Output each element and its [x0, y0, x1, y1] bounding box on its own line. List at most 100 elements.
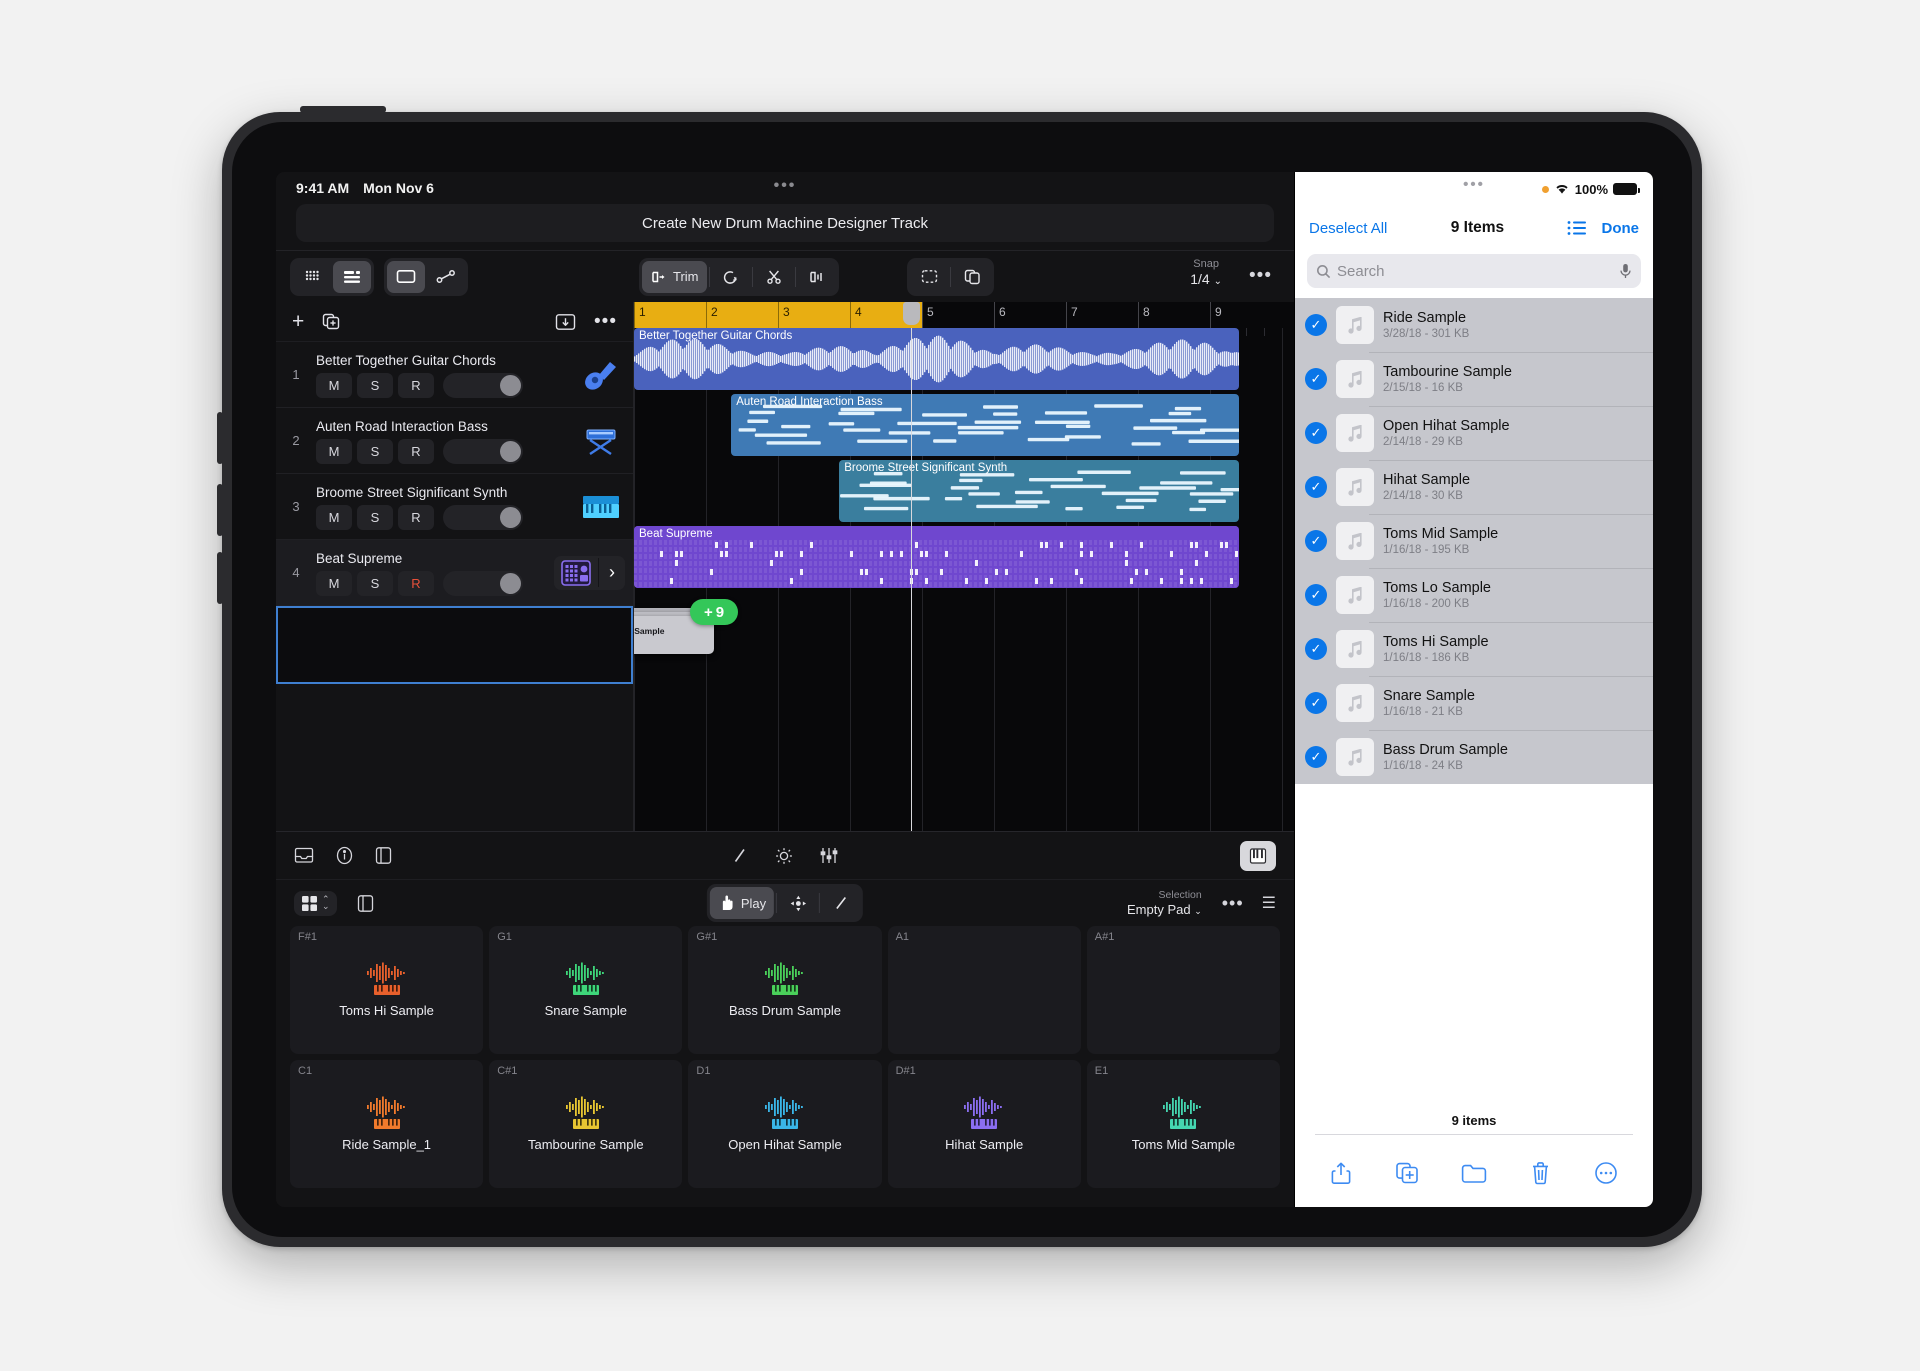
- pad[interactable]: G#1 Bass Drum Sample: [688, 926, 881, 1054]
- pan-slider[interactable]: [443, 439, 523, 464]
- record-button[interactable]: R: [398, 571, 434, 596]
- pan-slider[interactable]: [443, 505, 523, 530]
- pad[interactable]: C1 Ride Sample_1: [290, 1060, 483, 1188]
- file-checkbox[interactable]: ✓: [1305, 314, 1327, 336]
- pan-slider[interactable]: [443, 373, 523, 398]
- fade-icon[interactable]: [798, 261, 836, 293]
- track-name[interactable]: Beat Supreme: [316, 551, 554, 566]
- track-row[interactable]: 3 Broome Street Significant Synth M S R: [276, 474, 633, 540]
- file-list-item[interactable]: ✓ Tambourine Sample 2/15/18 - 16 KB: [1295, 352, 1653, 406]
- multitask-dots-icon[interactable]: •••: [774, 177, 797, 195]
- pencil-icon[interactable]: [822, 887, 860, 919]
- synth-keyboard-icon[interactable]: [577, 492, 625, 522]
- guitar-icon[interactable]: [577, 354, 625, 396]
- sidebar-icon[interactable]: [375, 846, 392, 865]
- pad[interactable]: F#1 Toms Hi Sample: [290, 926, 483, 1054]
- track-name[interactable]: Better Together Guitar Chords: [316, 353, 577, 368]
- file-list-item[interactable]: ✓ Snare Sample 1/16/18 - 21 KB: [1295, 676, 1653, 730]
- duplicate-icon[interactable]: [1395, 1161, 1419, 1185]
- file-checkbox[interactable]: ✓: [1305, 368, 1327, 390]
- info-icon[interactable]: [336, 846, 353, 865]
- import-tracks-button[interactable]: [555, 313, 576, 331]
- panel-icon[interactable]: [357, 894, 374, 913]
- play-tool-button[interactable]: Play: [710, 887, 774, 919]
- empty-track-drop-zone[interactable]: [276, 606, 633, 684]
- mute-button[interactable]: M: [316, 505, 352, 530]
- track-list-more-button[interactable]: •••: [594, 316, 617, 327]
- file-checkbox[interactable]: ✓: [1305, 584, 1327, 606]
- grid-stepper-icon[interactable]: ⌃⌄: [322, 896, 330, 910]
- file-checkbox[interactable]: ✓: [1305, 476, 1327, 498]
- microphone-icon[interactable]: [1619, 263, 1632, 279]
- track-name[interactable]: Auten Road Interaction Bass: [316, 419, 577, 434]
- pad[interactable]: E1 Toms Mid Sample: [1087, 1060, 1280, 1188]
- scissors-icon[interactable]: [755, 261, 793, 293]
- grid-view-icon[interactable]: [293, 261, 331, 293]
- multitask-dots-icon[interactable]: •••: [1463, 176, 1485, 193]
- pad-empty[interactable]: A1: [888, 926, 1081, 1054]
- brightness-icon[interactable]: [775, 846, 794, 865]
- trim-icon[interactable]: Trim: [642, 261, 707, 293]
- chevron-right-icon[interactable]: ›: [598, 558, 625, 587]
- file-list-item[interactable]: ✓ Toms Lo Sample 1/16/18 - 200 KB: [1295, 568, 1653, 622]
- track-row[interactable]: 2 Auten Road Interaction Bass M S R: [276, 408, 633, 474]
- drum-machine-icon[interactable]: [554, 556, 598, 590]
- pad[interactable]: C#1 Tambourine Sample: [489, 1060, 682, 1188]
- bass-keyboard-icon[interactable]: [577, 420, 625, 462]
- pad-grid-icon[interactable]: ⌃⌄: [294, 891, 337, 916]
- files-list[interactable]: ✓ Ride Sample 3/28/18 - 301 KB ✓ Tambour…: [1295, 298, 1653, 784]
- drum-machine-designer-control[interactable]: ›: [554, 556, 625, 590]
- solo-button[interactable]: S: [357, 571, 393, 596]
- marquee-icon[interactable]: [910, 261, 948, 293]
- pan-slider[interactable]: [443, 571, 523, 596]
- file-list-item[interactable]: ✓ Toms Mid Sample 1/16/18 - 195 KB: [1295, 514, 1653, 568]
- solo-button[interactable]: S: [357, 373, 393, 398]
- ruler[interactable]: 123456789: [634, 302, 1294, 328]
- mute-button[interactable]: M: [316, 571, 352, 596]
- search-field[interactable]: Search: [1307, 254, 1641, 288]
- record-button[interactable]: R: [398, 373, 434, 398]
- region-view-icon[interactable]: [387, 261, 425, 293]
- timeline-region[interactable]: Better Together Guitar Chords: [634, 328, 1239, 390]
- track-row[interactable]: 4 Beat Supreme M S R: [276, 540, 633, 606]
- region-lanes[interactable]: Better Together Guitar ChordsAuten Road …: [634, 328, 1294, 831]
- folder-icon[interactable]: [1461, 1162, 1487, 1184]
- more-circle-icon[interactable]: [1594, 1161, 1618, 1185]
- playhead[interactable]: [911, 328, 912, 831]
- browser-icon[interactable]: [294, 847, 314, 864]
- snap-control[interactable]: Snap 1/4 ⌄: [1190, 258, 1222, 287]
- toolbar-more-button[interactable]: •••: [1249, 265, 1272, 287]
- mute-button[interactable]: M: [316, 373, 352, 398]
- timeline-region[interactable]: Auten Road Interaction Bass: [731, 394, 1239, 456]
- file-list-item[interactable]: ✓ Toms Hi Sample 1/16/18 - 186 KB: [1295, 622, 1653, 676]
- file-list-item[interactable]: ✓ Bass Drum Sample 1/16/18 - 24 KB: [1295, 730, 1653, 784]
- duplicate-track-button[interactable]: [322, 313, 341, 331]
- share-icon[interactable]: [1330, 1161, 1352, 1185]
- mute-button[interactable]: M: [316, 439, 352, 464]
- piano-keyboard-icon[interactable]: [1240, 841, 1276, 871]
- project-title[interactable]: Create New Drum Machine Designer Track: [296, 204, 1274, 242]
- pad[interactable]: D1 Open Hihat Sample: [688, 1060, 881, 1188]
- file-checkbox[interactable]: ✓: [1305, 530, 1327, 552]
- pad[interactable]: D#1 Hihat Sample: [888, 1060, 1081, 1188]
- file-checkbox[interactable]: ✓: [1305, 746, 1327, 768]
- solo-button[interactable]: S: [357, 505, 393, 530]
- timeline-region[interactable]: Beat Supreme: [634, 526, 1239, 588]
- copy-icon[interactable]: [953, 261, 991, 293]
- solo-button[interactable]: S: [357, 439, 393, 464]
- pad[interactable]: G1 Snare Sample: [489, 926, 682, 1054]
- file-checkbox[interactable]: ✓: [1305, 422, 1327, 444]
- track-row[interactable]: 1 Better Together Guitar Chords M S R: [276, 342, 633, 408]
- selection-display[interactable]: Selection Empty Pad ⌄: [1127, 889, 1202, 917]
- record-button[interactable]: R: [398, 439, 434, 464]
- add-track-button[interactable]: +: [292, 311, 304, 332]
- done-button[interactable]: Done: [1601, 220, 1639, 237]
- file-checkbox[interactable]: ✓: [1305, 638, 1327, 660]
- pad-empty[interactable]: A#1: [1087, 926, 1280, 1054]
- timeline-region[interactable]: Broome Street Significant Synth: [839, 460, 1239, 522]
- trash-icon[interactable]: [1530, 1161, 1551, 1185]
- automation-icon[interactable]: [427, 261, 465, 293]
- file-list-item[interactable]: ✓ Hihat Sample 2/14/18 - 30 KB: [1295, 460, 1653, 514]
- loop-icon[interactable]: [712, 261, 750, 293]
- file-list-item[interactable]: ✓ Open Hihat Sample 2/14/18 - 29 KB: [1295, 406, 1653, 460]
